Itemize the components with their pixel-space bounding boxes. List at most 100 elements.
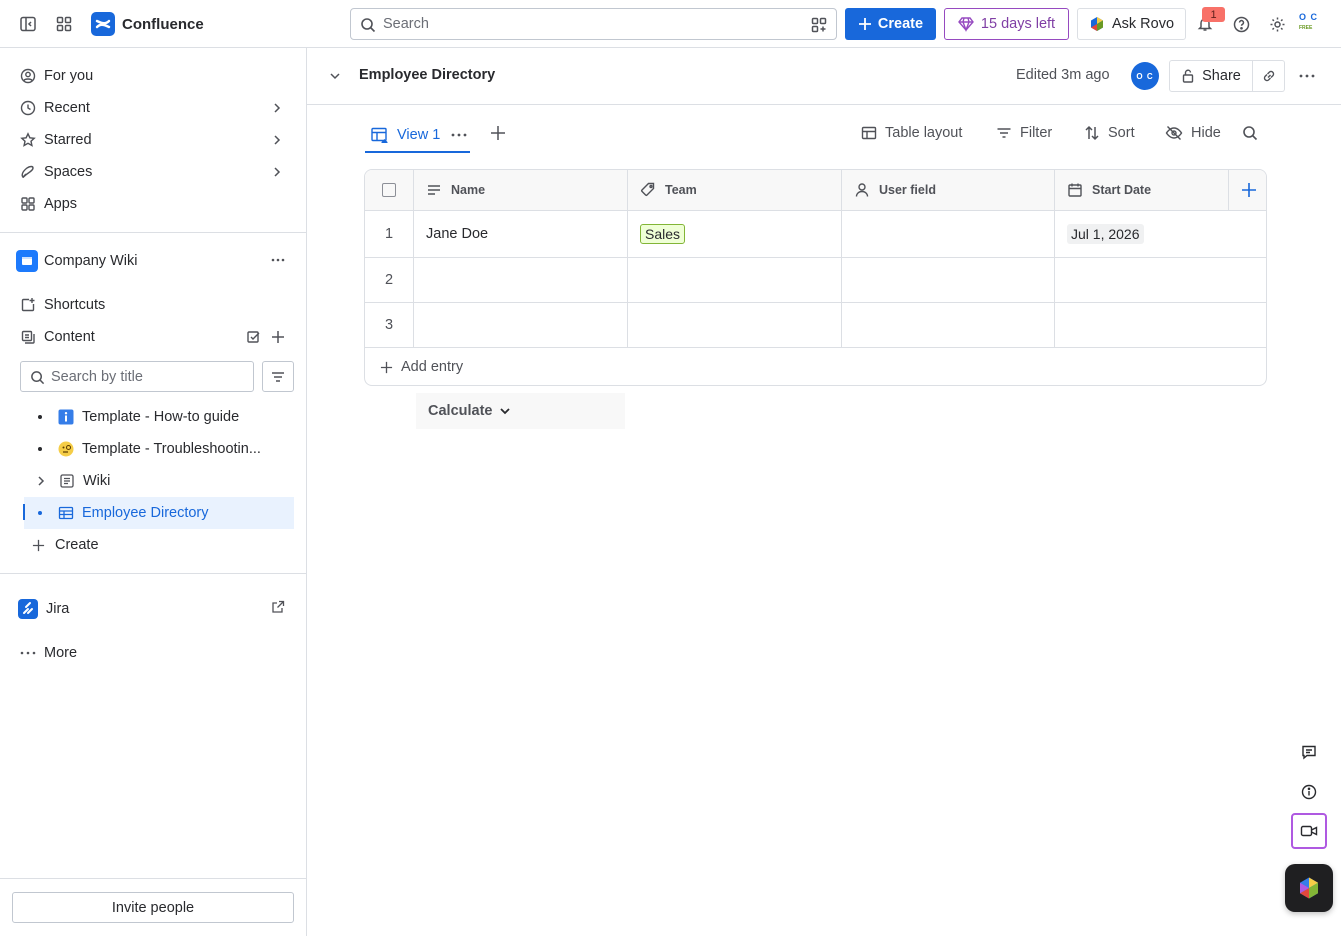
sidebar-item-starred[interactable]: Starred xyxy=(12,125,294,155)
cell-start-date[interactable] xyxy=(1055,258,1266,303)
calendar-icon xyxy=(1068,183,1082,197)
row-number[interactable]: 1 xyxy=(365,211,414,258)
edited-timestamp[interactable]: Edited 3m ago xyxy=(1016,67,1110,83)
table-search-icon[interactable] xyxy=(1242,125,1258,141)
spaces-icon xyxy=(21,165,34,178)
content-filter-button[interactable] xyxy=(262,361,294,392)
cell-team[interactable] xyxy=(628,258,842,303)
column-header-user-field[interactable]: User field xyxy=(842,170,1055,211)
search-input[interactable]: Search xyxy=(350,8,837,40)
sidebar-item-apps[interactable]: Apps xyxy=(12,189,294,219)
external-link-icon[interactable] xyxy=(271,600,285,614)
comments-icon[interactable] xyxy=(1293,736,1325,768)
column-label: Name xyxy=(451,183,486,197)
tree-item-troubleshooting[interactable]: Template - Troubleshootin... xyxy=(24,433,294,465)
calculate-button[interactable]: Calculate xyxy=(416,393,625,429)
details-info-icon[interactable] xyxy=(1293,776,1325,808)
chevron-right-icon[interactable] xyxy=(270,101,284,115)
sidebar-item-label: For you xyxy=(44,68,94,84)
tree-item-label: Employee Directory xyxy=(82,505,209,521)
content-add-icon[interactable] xyxy=(270,329,286,345)
cell-name[interactable] xyxy=(414,303,628,348)
column-header-start-date[interactable]: Start Date xyxy=(1055,170,1229,211)
ask-rovo-label: Ask Rovo xyxy=(1111,16,1175,32)
database-icon xyxy=(58,505,74,521)
tree-item-label: Wiki xyxy=(83,473,111,489)
app-name: Confluence xyxy=(122,15,204,33)
create-content-button[interactable]: Create xyxy=(26,530,294,560)
cell-user[interactable] xyxy=(842,211,1055,258)
ask-rovo-button[interactable]: Ask Rovo xyxy=(1077,8,1186,40)
rovo-chat-button[interactable] xyxy=(1285,864,1333,912)
add-entry-button[interactable]: Add entry xyxy=(365,348,1266,385)
chevron-right-icon[interactable] xyxy=(270,165,284,179)
tab-view-1[interactable]: View 1 xyxy=(365,118,470,153)
sidebar-toggle-icon[interactable] xyxy=(16,12,40,36)
filter-icon xyxy=(997,128,1011,138)
page-more-icon[interactable] xyxy=(1298,68,1316,84)
tab-more-icon[interactable] xyxy=(450,127,468,143)
create-button[interactable]: Create xyxy=(845,8,936,40)
column-header-name[interactable]: Name xyxy=(414,170,628,211)
cell-team[interactable] xyxy=(628,303,842,348)
link-icon xyxy=(1263,70,1274,82)
cell-team[interactable]: Sales xyxy=(628,211,842,258)
jira-icon xyxy=(18,599,38,619)
sidebar-item-more[interactable]: More xyxy=(12,638,294,668)
trial-days-button[interactable]: 15 days left xyxy=(944,8,1069,40)
confluence-logo[interactable]: Confluence xyxy=(91,12,204,36)
sidebar-item-spaces[interactable]: Spaces xyxy=(12,157,294,187)
search-filters-icon[interactable] xyxy=(811,17,827,33)
tree-item-wiki[interactable]: Wiki xyxy=(24,465,294,497)
sidebar-item-label: More xyxy=(44,645,78,661)
chevron-right-icon[interactable] xyxy=(270,133,284,147)
space-header-company-wiki[interactable]: Company Wiki xyxy=(16,248,296,274)
tree-item-employee-directory[interactable]: Employee Directory xyxy=(24,497,294,529)
table-layout-button[interactable]: Table layout xyxy=(861,121,962,145)
hide-button[interactable]: Hide xyxy=(1165,121,1221,145)
tag-icon xyxy=(641,182,655,196)
row-number[interactable]: 2 xyxy=(365,258,414,303)
search-by-title-input[interactable]: Search by title xyxy=(20,361,254,392)
tree-item-how-to-guide[interactable]: Template - How-to guide xyxy=(24,401,294,433)
invite-people-button[interactable]: Invite people xyxy=(12,892,294,923)
settings-gear-icon[interactable] xyxy=(1265,12,1289,36)
emoji-face-icon xyxy=(58,441,74,457)
sidebar-item-for-you[interactable]: For you xyxy=(12,61,294,91)
help-icon[interactable] xyxy=(1229,12,1253,36)
cell-start-date[interactable]: Jul 1, 2026 xyxy=(1055,211,1266,258)
add-view-icon[interactable] xyxy=(490,125,506,141)
space-more-icon[interactable] xyxy=(270,252,286,268)
hide-label: Hide xyxy=(1191,125,1221,141)
sidebar-item-shortcuts[interactable]: Shortcuts xyxy=(12,290,294,320)
video-record-icon[interactable] xyxy=(1291,813,1327,849)
column-header-team[interactable]: Team xyxy=(628,170,842,211)
sidebar-item-jira[interactable]: Jira xyxy=(10,594,292,624)
sort-button[interactable]: Sort xyxy=(1084,121,1135,145)
add-column-button[interactable] xyxy=(1229,170,1266,211)
share-button[interactable]: Share xyxy=(1169,60,1253,92)
sort-label: Sort xyxy=(1108,125,1135,141)
collapse-chevron-icon[interactable] xyxy=(328,69,342,83)
cell-user[interactable] xyxy=(842,303,1055,348)
select-all-checkbox[interactable] xyxy=(382,183,396,197)
filter-icon xyxy=(272,371,284,382)
cell-name[interactable] xyxy=(414,258,628,303)
cell-name[interactable]: Jane Doe xyxy=(414,211,628,258)
text-icon xyxy=(428,185,440,195)
filter-button[interactable]: Filter xyxy=(996,121,1052,145)
content-task-icon[interactable] xyxy=(246,329,262,345)
plus-icon xyxy=(858,18,871,30)
user-avatar[interactable]: O C FREE xyxy=(1299,12,1327,36)
copy-link-button[interactable] xyxy=(1253,60,1285,92)
collaborator-avatar[interactable]: O C xyxy=(1131,62,1159,90)
app-switcher-icon[interactable] xyxy=(52,12,76,36)
sidebar-item-recent[interactable]: Recent xyxy=(12,93,294,123)
rovo-icon xyxy=(1090,17,1103,31)
chevron-right-icon[interactable] xyxy=(35,475,47,487)
cell-start-date[interactable] xyxy=(1055,303,1266,348)
row-number[interactable]: 3 xyxy=(365,303,414,348)
star-icon xyxy=(20,132,36,147)
space-icon xyxy=(16,250,38,272)
cell-user[interactable] xyxy=(842,258,1055,303)
